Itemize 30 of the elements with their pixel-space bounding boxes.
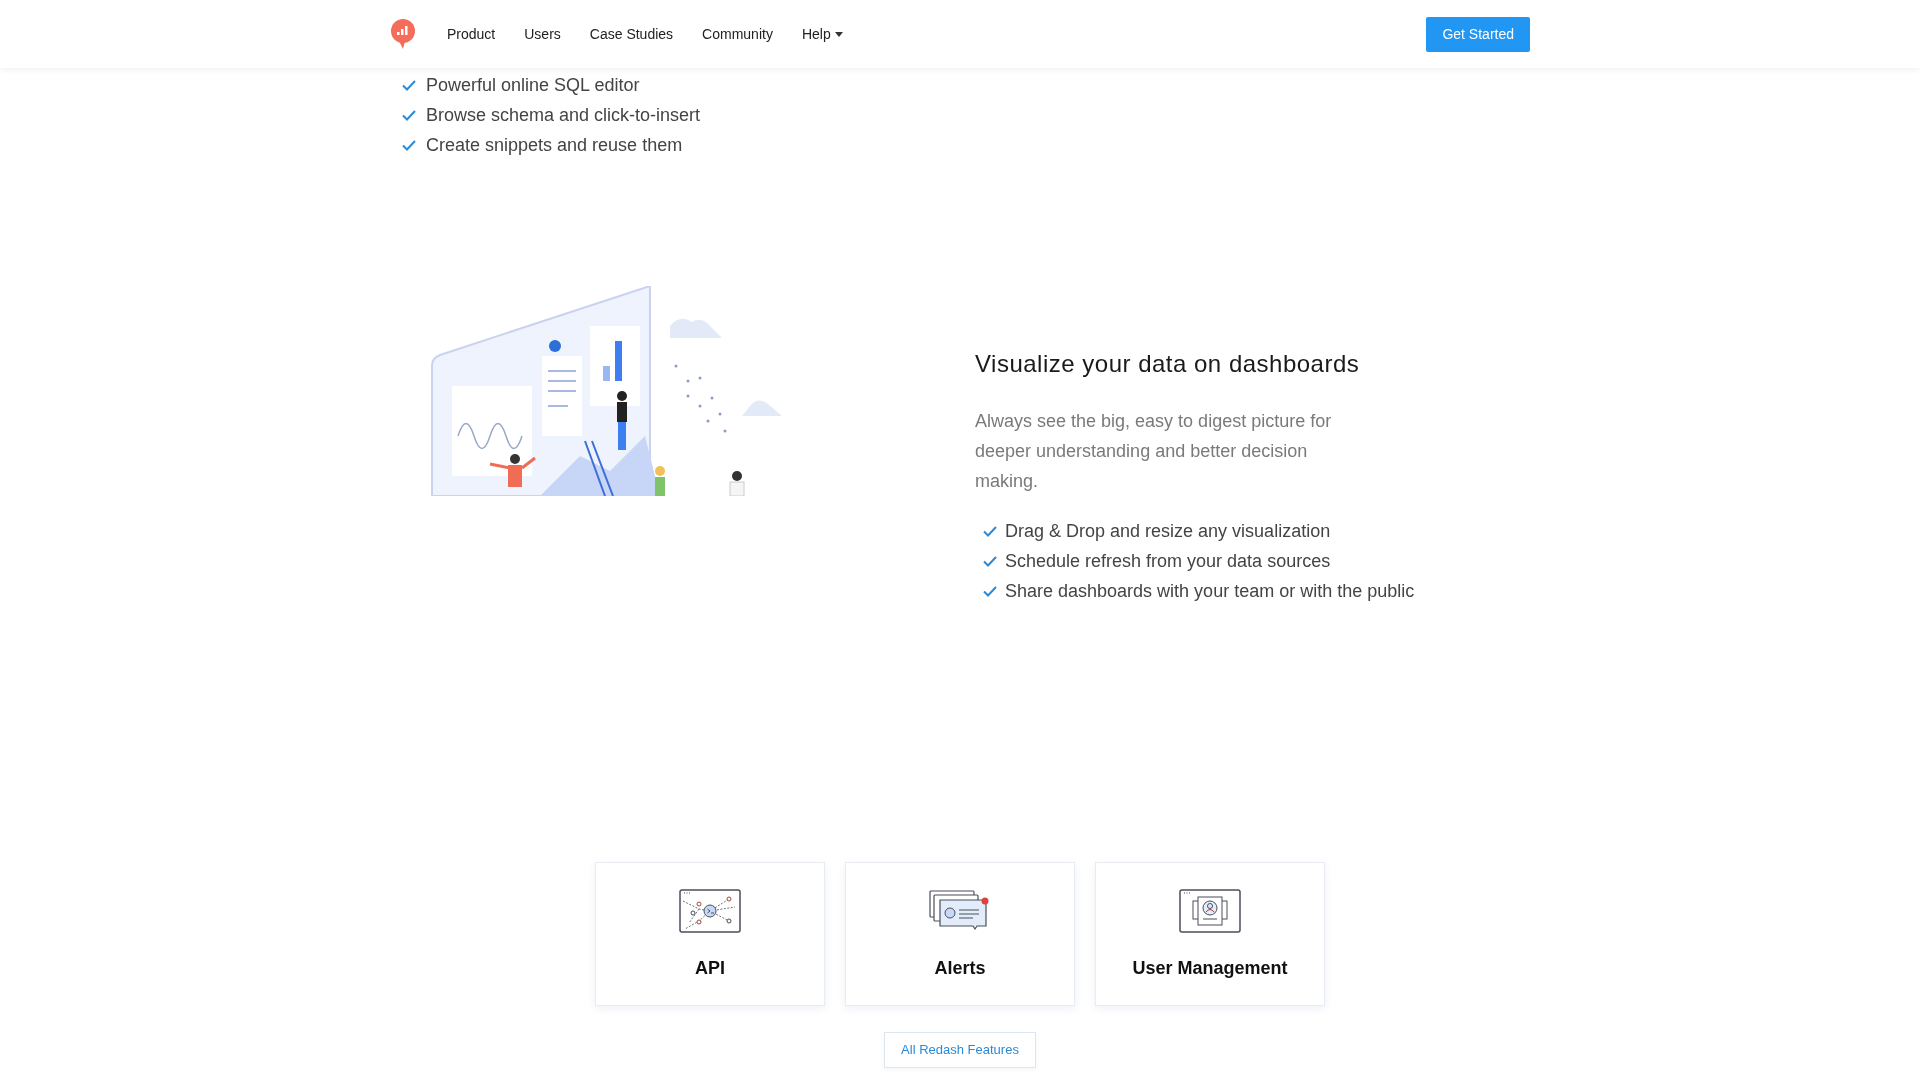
feature-text: Share dashboards with your team or with the public xyxy=(1005,579,1415,603)
section-heading: Visualize your data on dashboards xyxy=(975,349,1361,379)
caret-icon xyxy=(834,31,843,37)
card-title: User Management xyxy=(1132,957,1288,980)
check-icon xyxy=(402,109,416,121)
check-icon xyxy=(983,525,997,537)
card-title: Alerts xyxy=(934,957,986,980)
feature-card[interactable]: User Management xyxy=(1095,862,1325,1006)
nav-link[interactable]: Help xyxy=(801,23,843,45)
check-icon xyxy=(983,585,997,597)
nav-link[interactable]: Case Studies xyxy=(589,23,674,45)
feature-text: Create snippets and reuse them xyxy=(426,133,683,157)
nav-link[interactable]: Community xyxy=(702,23,773,45)
nav-link[interactable]: Product xyxy=(447,23,496,45)
feature-text: Drag & Drop and resize any visualization xyxy=(1005,519,1331,543)
check-icon xyxy=(983,555,997,567)
nav-link[interactable]: Users xyxy=(524,23,561,45)
section-description: Always see the big, easy to digest picture for deeper understanding and better decision making. xyxy=(975,410,1333,493)
feature-card[interactable]: Alerts xyxy=(845,862,1075,1006)
feature-text: Schedule refresh from your data sources xyxy=(1005,549,1331,573)
feature-card[interactable]: API xyxy=(595,862,825,1006)
all-features-button[interactable]: All Redash Features xyxy=(884,1032,1036,1068)
feature-text: Browse schema and click-to-insert xyxy=(426,103,701,127)
logo-icon[interactable] xyxy=(390,18,416,50)
feature-text: Powerful online SQL editor xyxy=(426,73,640,97)
check-icon xyxy=(402,139,416,151)
check-icon xyxy=(402,79,416,91)
profile-card-icon xyxy=(1179,889,1241,933)
card-title: API xyxy=(695,957,725,980)
network-icon xyxy=(679,889,741,933)
